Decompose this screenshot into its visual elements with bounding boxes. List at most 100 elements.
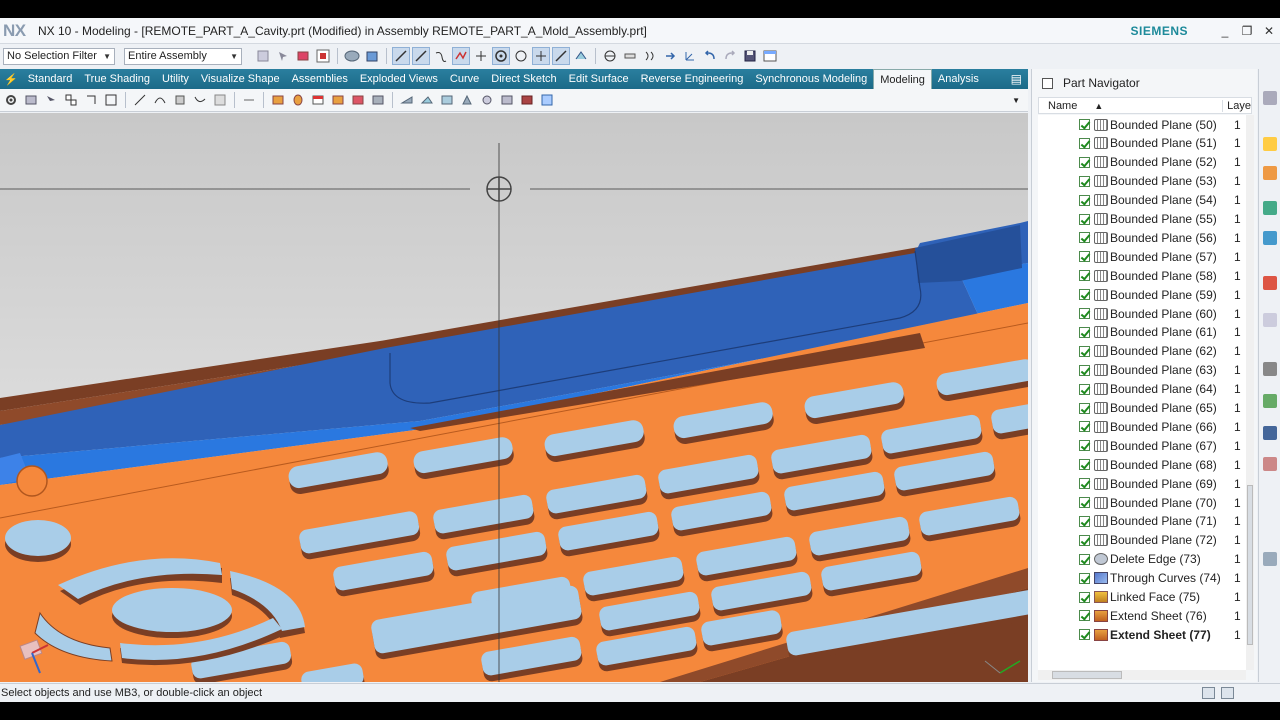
- visibility-checkbox[interactable]: [1079, 156, 1090, 168]
- hd3d-tools-icon[interactable]: [1263, 276, 1277, 290]
- feature-tree-row[interactable]: Bounded Plane (57) 1: [1038, 247, 1246, 266]
- part-navigator-icon[interactable]: [1263, 201, 1277, 215]
- edge-blend-icon[interactable]: [398, 91, 416, 109]
- gear-icon[interactable]: [1263, 91, 1277, 105]
- line-icon[interactable]: [131, 91, 149, 109]
- window-layout-icon[interactable]: [1221, 687, 1234, 699]
- pin-checkbox[interactable]: [1042, 77, 1053, 89]
- visibility-checkbox[interactable]: [1079, 119, 1090, 130]
- visibility-checkbox[interactable]: [1079, 232, 1090, 244]
- scrollbar-thumb[interactable]: [1247, 485, 1253, 645]
- tab-true-shading[interactable]: True Shading: [78, 69, 156, 89]
- tab-utility[interactable]: Utility: [156, 69, 195, 89]
- snap-circle-icon[interactable]: [492, 47, 510, 65]
- scrollbar-thumb[interactable]: [1052, 671, 1122, 679]
- cylinder-icon[interactable]: [289, 91, 307, 109]
- tab-direct-sketch[interactable]: Direct Sketch: [485, 69, 562, 89]
- visibility-checkbox[interactable]: [1079, 251, 1090, 263]
- palette-icon[interactable]: [1263, 552, 1277, 566]
- block-icon[interactable]: [269, 91, 287, 109]
- revolve-icon[interactable]: [82, 91, 100, 109]
- constraint-navigator-icon[interactable]: [1263, 166, 1277, 180]
- visibility-checkbox[interactable]: [1079, 497, 1090, 508]
- visibility-checkbox[interactable]: [1079, 459, 1090, 471]
- snap-quadrant-icon[interactable]: [512, 47, 530, 65]
- visibility-checkbox[interactable]: [1079, 629, 1090, 641]
- trim-curve-icon[interactable]: [211, 91, 229, 109]
- tab-standard[interactable]: Standard: [22, 69, 79, 89]
- visibility-checkbox[interactable]: [1079, 534, 1090, 546]
- feature-tree-row[interactable]: Bounded Plane (58) 1: [1038, 266, 1246, 285]
- minimize-button[interactable]: _: [1214, 24, 1236, 38]
- feature-tree-row[interactable]: Bounded Plane (54) 1: [1038, 191, 1246, 210]
- feature-tree-row[interactable]: Bounded Plane (53) 1: [1038, 172, 1246, 191]
- offset-curve-icon[interactable]: [191, 91, 209, 109]
- visibility-checkbox[interactable]: [1079, 478, 1090, 490]
- feature-tree-row[interactable]: Bounded Plane (56) 1: [1038, 228, 1246, 247]
- selection-scope-dropdown[interactable]: Entire Assembly ▼: [124, 47, 242, 65]
- feature-tree-row[interactable]: Bounded Plane (67) 1: [1038, 436, 1246, 455]
- cone-icon[interactable]: [309, 91, 327, 109]
- web-browser-icon[interactable]: [1263, 313, 1277, 327]
- snap-on-curve-icon[interactable]: [552, 47, 570, 65]
- feature-tree-row[interactable]: Bounded Plane (69) 1: [1038, 474, 1246, 493]
- tab-edit-surface[interactable]: Edit Surface: [563, 69, 635, 89]
- snap-midpoint-icon[interactable]: [412, 47, 430, 65]
- visibility-checkbox[interactable]: [1079, 421, 1090, 433]
- visibility-checkbox[interactable]: [1079, 175, 1090, 187]
- chevron-down-icon[interactable]: ▼: [1012, 96, 1020, 105]
- feature-tree-row[interactable]: Bounded Plane (62) 1: [1038, 342, 1246, 361]
- feature-tree-row[interactable]: Linked Face (75) 1: [1038, 588, 1246, 607]
- tab-reverse-engineering[interactable]: Reverse Engineering: [635, 69, 750, 89]
- solid-body-icon[interactable]: [363, 47, 381, 65]
- type-filter-icon[interactable]: [294, 47, 312, 65]
- extrude-icon[interactable]: [62, 91, 80, 109]
- trim-body-icon[interactable]: [518, 91, 536, 109]
- sketch-icon[interactable]: [22, 91, 40, 109]
- datum-icon[interactable]: [42, 91, 60, 109]
- faceted-body-icon[interactable]: [343, 47, 361, 65]
- subtract-icon[interactable]: [369, 91, 387, 109]
- blend-icon[interactable]: [171, 91, 189, 109]
- assembly-navigator-icon[interactable]: [1263, 137, 1277, 151]
- visibility-checkbox[interactable]: [1079, 270, 1090, 282]
- feature-tree[interactable]: Bounded Plane (50) 1 Bounded Plane (51) 1 Bo…: [1038, 115, 1246, 670]
- feature-tree-row[interactable]: Bounded Plane (71) 1: [1038, 512, 1246, 531]
- navigator-vertical-scrollbar[interactable]: [1246, 115, 1254, 670]
- tab-visualize-shape[interactable]: Visualize Shape: [195, 69, 286, 89]
- visibility-checkbox[interactable]: [1079, 194, 1090, 206]
- feature-tree-row[interactable]: Delete Edge (73) 1: [1038, 550, 1246, 569]
- feature-tree-row[interactable]: Bounded Plane (68) 1: [1038, 455, 1246, 474]
- component-filter-icon[interactable]: [314, 47, 332, 65]
- selection-filter-dropdown[interactable]: No Selection Filter ▼: [3, 47, 115, 65]
- feature-tree-row[interactable]: Bounded Plane (66) 1: [1038, 417, 1246, 436]
- visibility-checkbox[interactable]: [1079, 326, 1090, 338]
- settings-gear-icon[interactable]: [2, 91, 20, 109]
- visibility-checkbox[interactable]: [1079, 345, 1090, 357]
- tab-exploded-views[interactable]: Exploded Views: [354, 69, 444, 89]
- draft-icon[interactable]: [458, 91, 476, 109]
- feature-tree-row[interactable]: Bounded Plane (63) 1: [1038, 361, 1246, 380]
- feature-tree-row[interactable]: Extend Sheet (76) 1: [1038, 606, 1246, 625]
- feature-tree-row[interactable]: Bounded Plane (61) 1: [1038, 323, 1246, 342]
- fullscreen-icon[interactable]: [1202, 687, 1215, 699]
- hole-icon[interactable]: [102, 91, 120, 109]
- feature-tree-row[interactable]: Bounded Plane (51) 1: [1038, 134, 1246, 153]
- feature-tree-row[interactable]: Bounded Plane (65) 1: [1038, 399, 1246, 418]
- quick-access-icon[interactable]: ⚡: [0, 73, 22, 86]
- reuse-library-icon[interactable]: [1263, 231, 1277, 245]
- show-hide-icon[interactable]: [641, 47, 659, 65]
- pattern-icon[interactable]: [478, 91, 496, 109]
- history-icon[interactable]: [1263, 362, 1277, 376]
- wcs-icon[interactable]: [681, 47, 699, 65]
- visibility-checkbox[interactable]: [1079, 364, 1090, 376]
- arc-icon[interactable]: [151, 91, 169, 109]
- visibility-checkbox[interactable]: [1079, 610, 1090, 622]
- select-all-icon[interactable]: [274, 47, 292, 65]
- feature-tree-row[interactable]: Bounded Plane (64) 1: [1038, 380, 1246, 399]
- close-button[interactable]: ✕: [1258, 24, 1280, 38]
- visibility-checkbox[interactable]: [1079, 402, 1090, 414]
- restore-button[interactable]: ❐: [1236, 24, 1258, 38]
- tab-synchronous-modeling[interactable]: Synchronous Modeling: [749, 69, 873, 89]
- snap-control-icon[interactable]: [432, 47, 450, 65]
